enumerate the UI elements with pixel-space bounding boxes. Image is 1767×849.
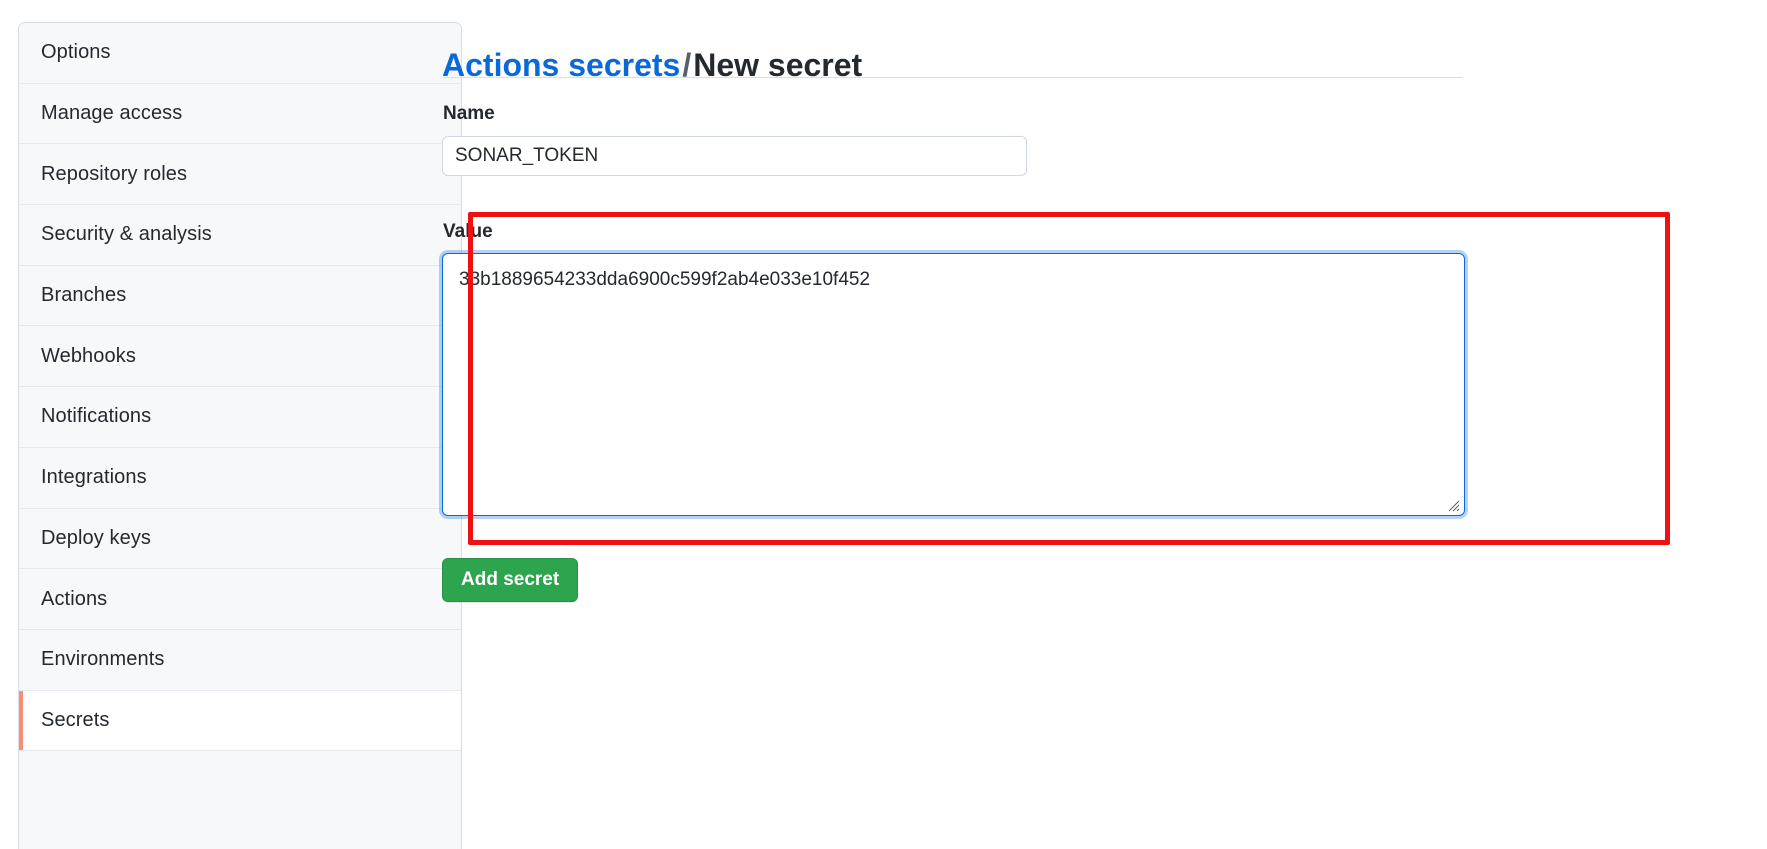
sidebar-item-label: Repository roles — [41, 162, 188, 185]
sidebar-item-security-and-analysis[interactable]: Security & analysis — [19, 205, 461, 266]
name-field-label: Name — [443, 103, 495, 124]
sidebar-item-webhooks[interactable]: Webhooks — [19, 326, 461, 388]
sidebar-item-label: Webhooks — [41, 344, 136, 367]
sidebar-item-manage-access[interactable]: Manage access — [19, 83, 461, 145]
sidebar-item-label: Manage access — [41, 102, 183, 125]
sidebar-item-label: Environments — [41, 648, 165, 671]
breadcrumb-link-actions-secrets[interactable]: Actions secrets — [442, 47, 680, 83]
sidebar-item-label: Security & analysis — [41, 223, 212, 246]
sidebar-item-branches[interactable]: Branches — [19, 265, 461, 327]
sidebar-item-deploy-keys[interactable]: Deploy keys — [19, 508, 461, 570]
settings-sidebar: Options Manage access Repository roles S… — [18, 22, 462, 849]
sidebar-item-secrets[interactable]: Secrets — [19, 690, 461, 752]
sidebar-item-environments[interactable]: Environments — [19, 629, 461, 691]
sidebar-item-repository-roles[interactable]: Repository roles — [19, 144, 461, 206]
value-field-label: Value — [443, 221, 493, 242]
sidebar-item-label: Secrets — [41, 708, 110, 731]
breadcrumb-current-new-secret: New secret — [693, 47, 863, 84]
sidebar-item-options[interactable]: Options — [19, 23, 461, 84]
secret-value-field-wrapper — [442, 253, 1465, 516]
secret-value-textarea[interactable] — [442, 253, 1465, 516]
header-divider — [443, 77, 1463, 78]
sidebar-item-label: Integrations — [41, 466, 147, 489]
sidebar-item-label: Branches — [41, 284, 127, 307]
sidebar-item-integrations[interactable]: Integrations — [19, 447, 461, 509]
sidebar-item-label: Notifications — [41, 405, 152, 428]
sidebar-item-label: Deploy keys — [41, 526, 152, 549]
sidebar-item-label: Options — [41, 41, 111, 64]
add-secret-button[interactable]: Add secret — [442, 558, 579, 602]
breadcrumb: Actions secrets/New secret — [442, 43, 862, 87]
breadcrumb-separator: / — [682, 47, 692, 84]
sidebar-item-label: Actions — [41, 587, 108, 610]
github-repository-settings-page: Options Manage access Repository roles S… — [0, 0, 1767, 849]
sidebar-item-actions[interactable]: Actions — [19, 569, 461, 630]
sidebar-item-notifications[interactable]: Notifications — [19, 387, 461, 448]
secret-name-input[interactable] — [442, 136, 1027, 176]
main-content: Actions secrets/New secret Name Value Ad… — [442, 0, 1767, 849]
